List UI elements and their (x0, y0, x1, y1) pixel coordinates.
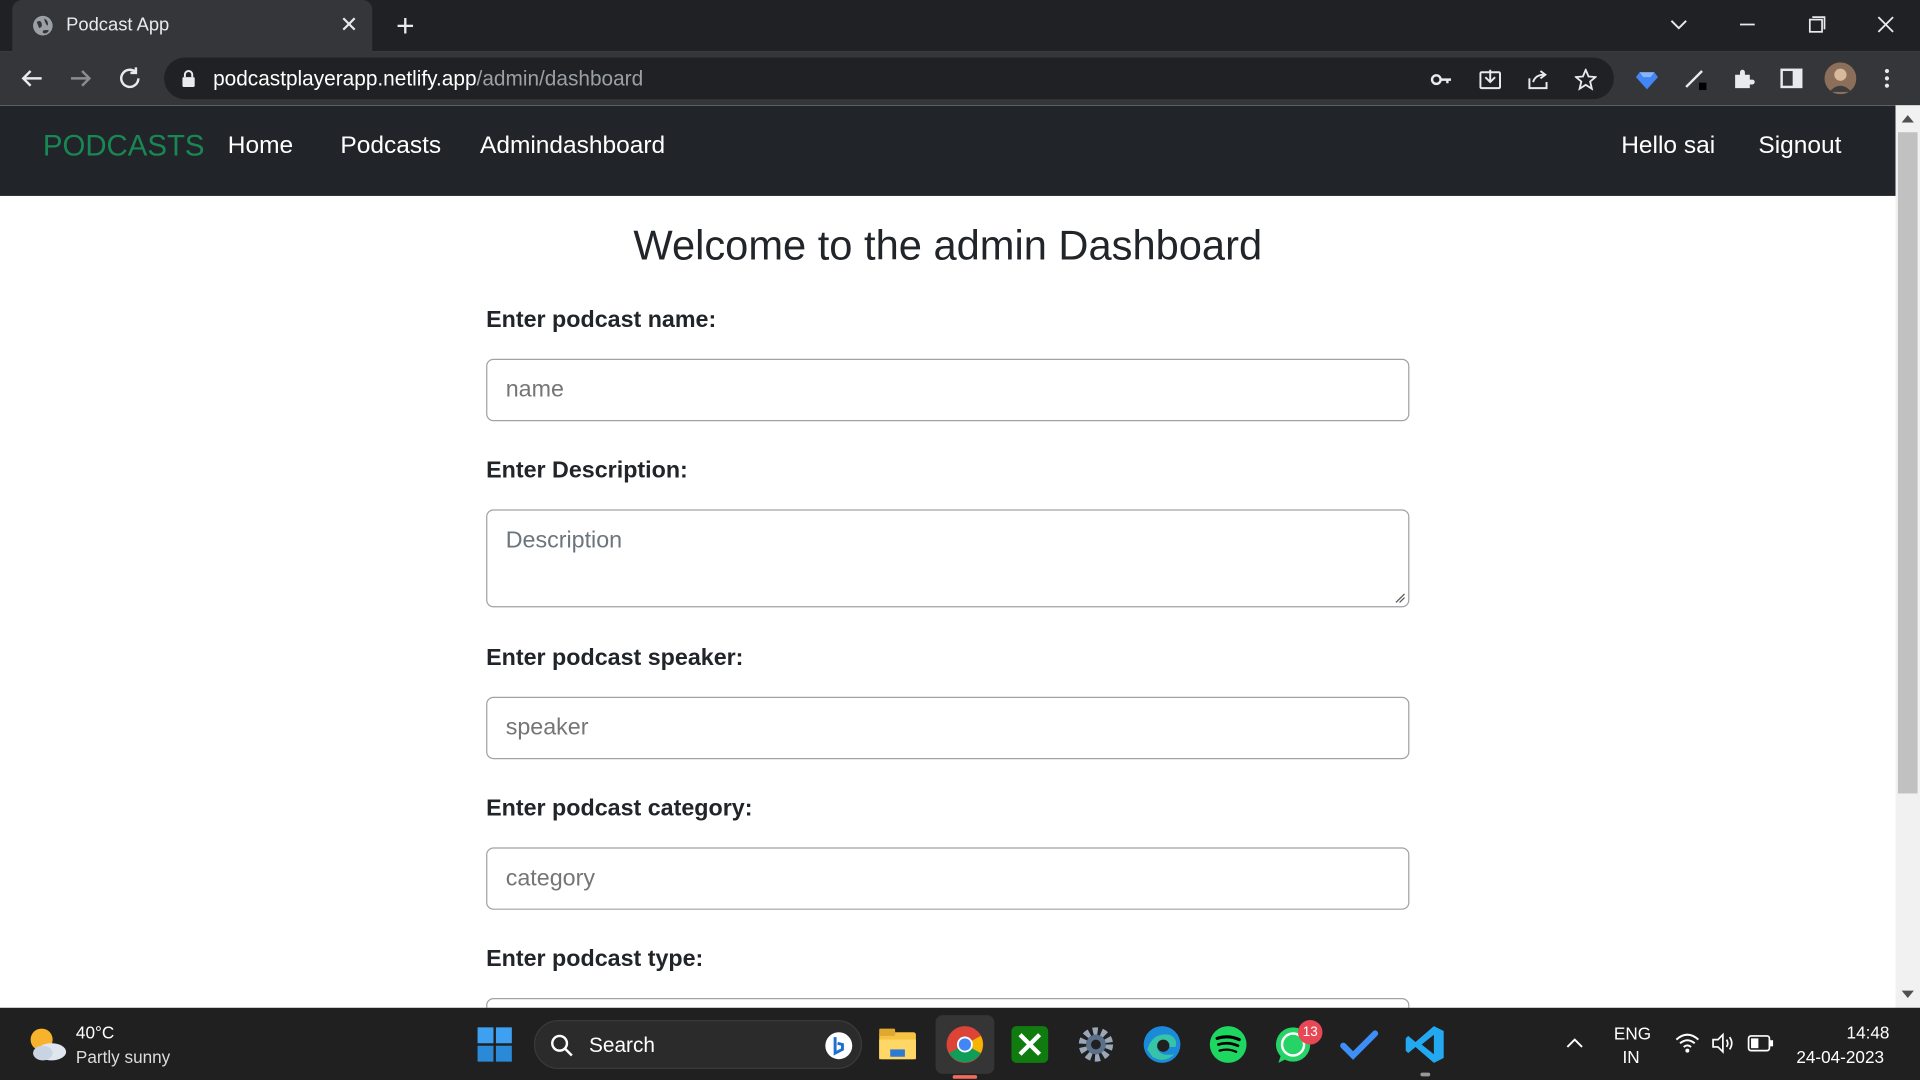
browser-tab-strip: Podcast App ✕ + (0, 0, 1920, 52)
extension-pen-icon[interactable] (1682, 66, 1707, 91)
spotify-icon[interactable] (1206, 1022, 1250, 1066)
podcast-name-input[interactable] (486, 358, 1410, 422)
wifi-icon[interactable] (1675, 1032, 1700, 1054)
bing-chat-icon[interactable] (824, 1031, 853, 1060)
brand-link[interactable]: PODCASTS (43, 130, 205, 164)
scroll-up-arrow-icon[interactable] (1901, 115, 1914, 123)
tab-search-icon[interactable] (1663, 10, 1695, 39)
signout-link[interactable]: Signout (1758, 132, 1841, 160)
page-title: Welcome to the admin Dashboard (633, 222, 1263, 270)
taskbar-search-box[interactable]: Search (533, 1020, 863, 1069)
tray-chevron-up-icon[interactable] (1565, 1035, 1585, 1052)
key-icon[interactable] (1430, 69, 1452, 91)
extensions-puzzle-icon[interactable] (1731, 66, 1755, 90)
lock-icon (182, 70, 195, 87)
chrome-icon[interactable] (943, 1022, 987, 1066)
reload-icon[interactable] (115, 64, 144, 93)
description-label: Enter Description: (486, 457, 688, 484)
browser-toolbar: podcastplayerapp.netlify.app/admin/dashb… (0, 51, 1920, 106)
weather-description[interactable]: Partly sunny (76, 1047, 170, 1067)
podcast-type-input[interactable] (486, 997, 1410, 1008)
new-tab-button[interactable]: + (389, 10, 421, 42)
scrollbar-thumb[interactable] (1897, 132, 1918, 794)
close-window-icon[interactable] (1870, 10, 1902, 39)
weather-temperature[interactable]: 40°C (76, 1022, 114, 1042)
description-textarea[interactable]: Description (486, 509, 1410, 608)
settings-gear-icon[interactable] (1074, 1022, 1118, 1066)
clock-date[interactable]: 24-04-2023 (1796, 1047, 1884, 1067)
page-scrollbar[interactable] (1895, 105, 1920, 1008)
whatsapp-badge: 13 (1297, 1020, 1323, 1045)
web-page: PODCASTS Home Podcasts Admindashboard He… (0, 105, 1896, 1008)
xbox-icon[interactable] (1008, 1022, 1052, 1066)
site-navbar: PODCASTS Home Podcasts Admindashboard He… (0, 105, 1896, 196)
forward-arrow-icon[interactable] (66, 64, 95, 93)
profile-avatar[interactable] (1824, 62, 1857, 95)
volume-icon[interactable] (1711, 1032, 1735, 1054)
url-path: /admin/dashboard (476, 67, 644, 91)
back-arrow-icon[interactable] (17, 64, 46, 93)
podcast-name-label: Enter podcast name: (486, 307, 717, 334)
vscode-icon[interactable] (1403, 1022, 1447, 1066)
file-explorer-icon[interactable] (876, 1022, 920, 1066)
tab-title: Podcast App (66, 14, 170, 36)
podcast-speaker-label: Enter podcast speaker: (486, 645, 744, 672)
windows-taskbar: 40°C Partly sunny Search 13 ENG IN 14:48… (0, 1007, 1920, 1080)
active-app-indicator (952, 1075, 978, 1079)
battery-icon[interactable] (1747, 1035, 1774, 1052)
language-primary[interactable]: ENG (1614, 1024, 1651, 1044)
resize-handle-icon[interactable] (1393, 591, 1405, 603)
extension-gem-icon[interactable] (1635, 66, 1659, 90)
restore-icon[interactable] (1800, 10, 1832, 39)
language-secondary[interactable]: IN (1622, 1047, 1639, 1067)
share-icon[interactable] (1527, 69, 1549, 91)
edge-icon[interactable] (1140, 1022, 1184, 1066)
address-bar[interactable]: podcastplayerapp.netlify.app/admin/dashb… (164, 57, 1614, 100)
nav-link-home[interactable]: Home (228, 132, 293, 160)
clock-time[interactable]: 14:48 (1847, 1022, 1890, 1042)
podcast-category-label: Enter podcast category: (486, 795, 753, 822)
install-app-icon[interactable] (1479, 69, 1501, 91)
windows-start-icon[interactable] (473, 1022, 517, 1066)
podcast-type-label: Enter podcast type: (486, 946, 704, 973)
browser-tab[interactable]: Podcast App ✕ (12, 0, 373, 52)
search-icon (551, 1034, 573, 1057)
description-placeholder: Description (505, 527, 623, 554)
podcast-category-input[interactable] (486, 847, 1410, 910)
minimize-icon[interactable] (1731, 10, 1763, 39)
screen: Podcast App ✕ + podcastplayerapp.netlify… (0, 0, 1920, 1080)
vscode-running-indicator (1420, 1072, 1431, 1077)
user-greeting: Hello sai (1621, 132, 1716, 160)
nav-link-admindashboard[interactable]: Admindashboard (480, 132, 665, 160)
todo-check-icon[interactable] (1337, 1022, 1381, 1066)
scroll-down-arrow-icon[interactable] (1901, 990, 1914, 998)
bookmark-star-icon[interactable] (1574, 68, 1597, 91)
weather-sun-cloud-icon[interactable] (24, 1022, 68, 1064)
search-label: Search (588, 1033, 655, 1057)
url-host: podcastplayerapp.netlify.app (213, 67, 477, 91)
side-panel-icon[interactable] (1779, 66, 1803, 90)
globe-icon (33, 15, 53, 36)
nav-link-podcasts[interactable]: Podcasts (340, 132, 441, 160)
url-text: podcastplayerapp.netlify.app/admin/dashb… (213, 67, 643, 91)
close-tab-icon[interactable]: ✕ (336, 11, 363, 38)
chrome-menu-icon[interactable] (1875, 66, 1899, 90)
podcast-speaker-input[interactable] (486, 696, 1410, 760)
